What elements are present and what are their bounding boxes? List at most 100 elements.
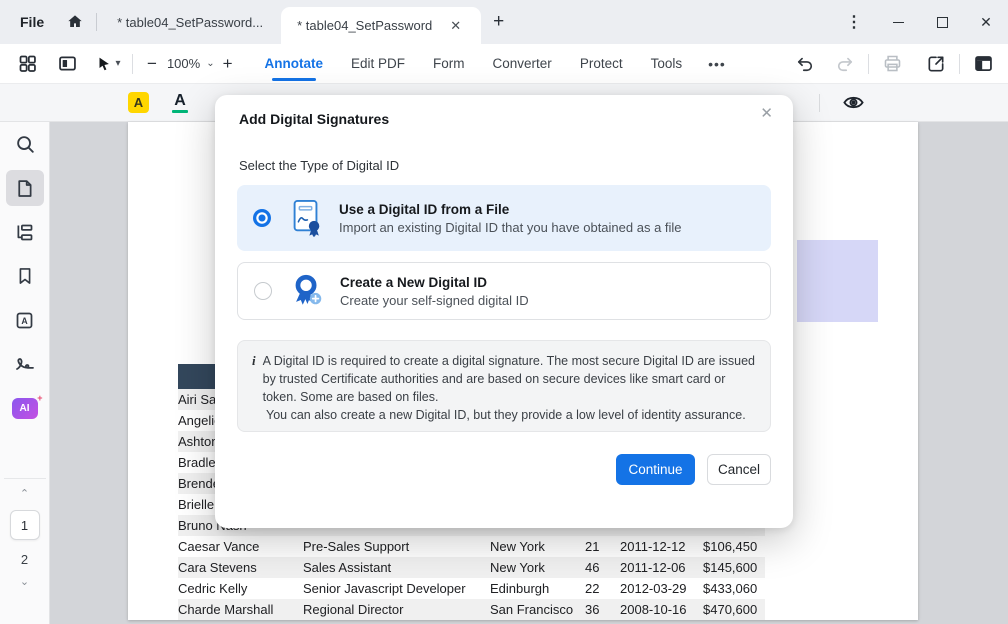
current-page-indicator[interactable]: 1: [10, 510, 40, 540]
annotations-list-icon[interactable]: A: [6, 302, 44, 338]
table-cell: Edinburgh: [490, 581, 585, 596]
more-tools-icon[interactable]: •••: [708, 56, 726, 72]
option-digital-id-from-file[interactable]: Use a Digital ID from a File Import an e…: [237, 185, 771, 251]
table-cell: 22: [585, 581, 620, 596]
home-icon[interactable]: [58, 7, 92, 37]
dialog-buttons: Continue Cancel: [616, 454, 771, 485]
option-description: Import an existing Digital ID that you h…: [339, 219, 682, 237]
tab-inactive-document[interactable]: * table04_SetPassword...: [101, 0, 281, 44]
menu-tab-annotate[interactable]: Annotate: [265, 44, 324, 84]
page-thumbnails-icon[interactable]: [6, 170, 44, 206]
zoom-out-button[interactable]: −: [141, 54, 163, 74]
table-cell: $470,600: [703, 602, 765, 617]
eye-preview-icon[interactable]: [838, 88, 868, 118]
table-cell: 2011-12-06: [620, 560, 703, 575]
table-cell: Senior Javascript Developer: [303, 581, 490, 596]
page-2-indicator[interactable]: 2: [21, 552, 28, 567]
option-title: Use a Digital ID from a File: [339, 200, 682, 219]
info-icon: i: [252, 352, 256, 406]
page-up-icon[interactable]: ⌃: [20, 487, 29, 500]
bookmark-icon[interactable]: [6, 258, 44, 294]
ai-assistant-icon[interactable]: AI+: [6, 390, 44, 426]
menu-tab-form[interactable]: Form: [433, 44, 465, 84]
print-icon[interactable]: [877, 49, 907, 79]
signature-icon[interactable]: [6, 346, 44, 382]
window-controls: ⋮ ✕: [832, 0, 1008, 44]
main-toolbar: ▾ − 100% ⌄ + Annotate Edit PDF Form Conv…: [0, 44, 1008, 84]
subtoolbar-divider: [819, 94, 820, 112]
table-row: Caesar VancePre-Sales SupportNew York212…: [178, 536, 765, 557]
redo-icon[interactable]: [830, 49, 860, 79]
table-cell: $433,060: [703, 581, 765, 596]
zoom-in-button[interactable]: +: [217, 54, 239, 74]
left-sidebar: A AI+ ⌃ 1 2 ⌄: [0, 122, 50, 624]
table-cell: 46: [585, 560, 620, 575]
table-cell: $106,450: [703, 539, 765, 554]
option-description: Create your self-signed digital ID: [340, 292, 529, 310]
dialog-title: Add Digital Signatures: [239, 111, 389, 127]
table-cell: 36: [585, 602, 620, 617]
select-cursor-icon[interactable]: ▾: [94, 49, 124, 79]
highlight-annotation-rect[interactable]: [797, 240, 878, 322]
undo-icon[interactable]: [790, 49, 820, 79]
zoom-dropdown-icon[interactable]: ⌄: [206, 58, 214, 69]
table-cell: 2008-10-16: [620, 602, 703, 617]
tab-active-document[interactable]: * table04_SetPassword ✕: [281, 7, 481, 44]
file-menu[interactable]: File: [0, 14, 58, 30]
cursor-dropdown-icon[interactable]: ▾: [115, 58, 120, 69]
export-share-icon[interactable]: [921, 49, 951, 79]
new-digital-id-icon: [288, 271, 326, 311]
table-cell: Regional Director: [303, 602, 490, 617]
table-cell: Charde Marshall: [178, 602, 303, 617]
dialog-section-label: Select the Type of Digital ID: [239, 158, 399, 173]
table-cell: $145,600: [703, 560, 765, 575]
svg-text:A: A: [21, 316, 28, 326]
close-window-button[interactable]: ✕: [964, 0, 1008, 44]
radio-unselected-icon[interactable]: [254, 282, 272, 300]
menu-tab-edit-pdf[interactable]: Edit PDF: [351, 44, 405, 84]
table-cell: Pre-Sales Support: [303, 539, 490, 554]
menu-tab-converter[interactable]: Converter: [493, 44, 552, 84]
table-cell: Caesar Vance: [178, 539, 303, 554]
toolbar-divider: [868, 54, 869, 74]
maximize-button[interactable]: [920, 0, 964, 44]
outline-tree-icon[interactable]: [6, 214, 44, 250]
app-window: File * table04_SetPassword... * table04_…: [0, 0, 1008, 624]
option-create-new-digital-id[interactable]: Create a New Digital ID Create your self…: [237, 262, 771, 320]
page-down-icon[interactable]: ⌄: [20, 575, 29, 588]
zoom-level-value[interactable]: 100%: [167, 56, 200, 71]
new-tab-button[interactable]: +: [481, 11, 516, 33]
table-row: Charde MarshallRegional DirectorSan Fran…: [178, 599, 765, 620]
digital-id-info-box: i A Digital ID is required to create a d…: [237, 340, 771, 432]
table-cell: Cara Stevens: [178, 560, 303, 575]
titlebar-divider: [96, 13, 97, 31]
table-cell: 2012-03-29: [620, 581, 703, 596]
search-icon[interactable]: [6, 126, 44, 162]
table-row: Cedric KellySenior Javascript DeveloperE…: [178, 578, 765, 599]
grid-view-icon[interactable]: [12, 49, 42, 79]
table-cell: 21: [585, 539, 620, 554]
close-tab-icon[interactable]: ✕: [446, 16, 465, 36]
radio-selected-icon[interactable]: [253, 209, 271, 227]
table-cell: 2011-12-12: [620, 539, 703, 554]
menu-tab-tools[interactable]: Tools: [651, 44, 683, 84]
reading-layout-icon[interactable]: [968, 49, 998, 79]
certificate-file-icon: [287, 198, 325, 238]
minimize-button[interactable]: [876, 0, 920, 44]
table-cell: San Francisco: [490, 602, 585, 617]
info-text-primary: A Digital ID is required to create a dig…: [263, 352, 756, 406]
option-title: Create a New Digital ID: [340, 273, 529, 292]
underline-tool-icon[interactable]: A: [169, 92, 191, 113]
dialog-close-icon[interactable]: ✕: [756, 102, 777, 124]
toolbar-divider: [959, 54, 960, 74]
menu-tab-protect[interactable]: Protect: [580, 44, 623, 84]
panel-toggle-icon[interactable]: [52, 49, 82, 79]
tab-label: * table04_SetPassword: [297, 18, 432, 33]
cancel-button[interactable]: Cancel: [707, 454, 771, 485]
page-navigator: ⌃ 1 2 ⌄: [10, 479, 40, 588]
overflow-menu-icon[interactable]: ⋮: [832, 0, 876, 44]
info-text-secondary: You can also create a new Digital ID, bu…: [252, 406, 756, 424]
continue-button[interactable]: Continue: [616, 454, 695, 485]
highlight-tool-icon[interactable]: A: [128, 92, 149, 113]
subtoolbar-right: [819, 88, 1008, 118]
